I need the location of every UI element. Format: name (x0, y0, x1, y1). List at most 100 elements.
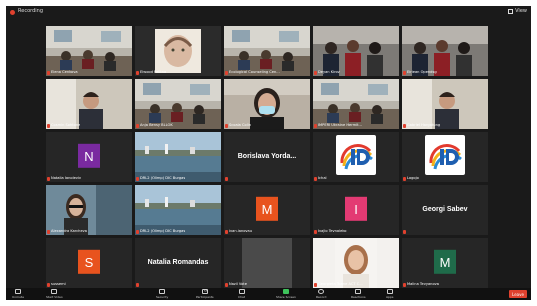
toolbar-label: Chat (238, 295, 246, 299)
leave-button[interactable]: Leave (509, 290, 527, 298)
participant-video (135, 185, 221, 235)
avatar: M (434, 249, 456, 274)
muted-mic-icon (403, 230, 406, 234)
participant-tile[interactable]: Ssussemi (46, 238, 132, 288)
participant-name: ivan.ianovau (229, 229, 253, 233)
participant-name: Scoala Colin (229, 123, 251, 127)
participant-video (313, 238, 399, 288)
participant-tile[interactable]: N Natalia Ianoleviv (46, 132, 132, 182)
participant-display-name: Natalia Romandas (147, 258, 209, 266)
participant-tile[interactable]: Georgieta Toane ACT C... (313, 238, 399, 288)
toolbar-label: Share Screen (276, 295, 296, 299)
participant-name: DRL2 (Olimp) DIC Burgas (140, 229, 186, 233)
recording-icon (10, 10, 15, 15)
participant-tile[interactable]: Mivan.ianovau (224, 185, 310, 235)
apps-icon (386, 289, 393, 294)
apps-button[interactable]: Apps (386, 289, 393, 299)
participant-video (224, 238, 310, 288)
record-button[interactable]: Record (316, 289, 326, 299)
participant-name: Natalia Ianoleviv (51, 176, 82, 180)
participant-tile[interactable]: M Malina Tevyanova (402, 238, 488, 288)
participant-tile[interactable]: I Ivajlo Tevnaleko (313, 185, 399, 235)
participant-video (402, 79, 488, 129)
avatar: N (78, 143, 100, 168)
participant-name: Elena Cenkova (51, 70, 78, 74)
participant-tile[interactable]: Deyan Kirov (313, 26, 399, 76)
toolbar-label: Participants (196, 295, 214, 299)
participant-tile[interactable]: Borislava Yorda... (224, 132, 310, 182)
participant-tile[interactable]: Nazil Vote (224, 238, 310, 288)
participant-name: Elwood Pelitna (140, 70, 167, 74)
participant-name: Logojo (407, 176, 419, 180)
avatar: S (78, 249, 100, 274)
participant-name: Ivajlo Tevnaleko (318, 229, 347, 233)
muted-mic-icon (136, 283, 139, 287)
participant-name: Nazil Vote (229, 282, 247, 286)
participant-video (224, 79, 310, 129)
participant-tile[interactable]: Ecological Counseling Cen... (224, 26, 310, 76)
security-button[interactable]: Security (156, 289, 168, 299)
toolbar-label: Apps (386, 295, 394, 299)
camera-icon (51, 289, 58, 294)
participant-tile[interactable]: Logojo (402, 132, 488, 182)
participant-video (135, 132, 221, 182)
toolbar-label: Reactions (351, 295, 366, 299)
share-screen-button[interactable]: Share Screen (276, 289, 296, 299)
participant-tile[interactable]: Eiriean Opendsg (402, 26, 488, 76)
chat-button[interactable]: Chat (238, 289, 245, 299)
participant-name: Eiriean Opendsg (407, 70, 437, 74)
top-bar: Recording View (6, 6, 531, 19)
shield-icon (159, 289, 166, 294)
participant-video (135, 26, 221, 76)
participant-video (46, 185, 132, 235)
participant-tile[interactable]: IMPERI Ukraine Hermit... (313, 79, 399, 129)
participant-tile[interactable]: Gabriel Hargatung (402, 79, 488, 129)
reactions-icon (355, 289, 362, 294)
record-icon (318, 289, 325, 294)
participant-tile[interactable]: Alexandra Karcheva (46, 185, 132, 235)
participant-tile[interactable]: Georgi Sabev (402, 185, 488, 235)
participant-tile[interactable]: Anja Bensy BLLOK (135, 79, 221, 129)
participant-name: Cosmin Sohtone (51, 123, 81, 127)
participant-tile[interactable]: Cosmin Sohtone (46, 79, 132, 129)
unmute-button[interactable]: Unmute (12, 289, 24, 299)
participant-display-name: Georgi Sabev (422, 205, 468, 213)
chat-icon (238, 289, 245, 294)
participant-name: Deyan Kirov (318, 70, 340, 74)
reactions-button[interactable]: Reactions (351, 289, 366, 299)
participant-name: sussemi (51, 282, 66, 286)
muted-mic-icon (225, 177, 228, 181)
participant-name: DRL2 (Olimp) DIC Burgas (140, 176, 186, 180)
participant-video (402, 26, 488, 76)
participant-name: Gabriel Hargatung (407, 123, 441, 127)
grid-view-icon (508, 8, 514, 14)
participant-name: Georgieta Toane ACT C... (318, 282, 363, 286)
avatar: I (345, 196, 367, 221)
toolbar-label: Security (156, 295, 169, 299)
view-button[interactable]: View (508, 8, 527, 14)
participant-count: 55 (204, 289, 208, 293)
participant-tile[interactable]: Scoala Colin (224, 79, 310, 129)
avatar: M (256, 196, 278, 221)
recording-label: Recording (18, 8, 44, 14)
participant-video (313, 79, 399, 129)
participant-tile[interactable]: Elwood Pelitna (135, 26, 221, 76)
zoom-window: Recording View Elena Cenkova Elwood Pelit… (6, 6, 531, 300)
participant-display-name: Borislava Yorda... (237, 152, 297, 160)
participants-button[interactable]: 55 Participants (196, 289, 214, 299)
participant-tile[interactable]: DRL2 (Olimp) DIC Burgas (135, 132, 221, 182)
participant-tile[interactable]: Elena Cenkova (46, 26, 132, 76)
share-screen-icon (282, 289, 289, 294)
participant-name: IMPERI Ukraine Hermit... (318, 123, 362, 127)
participant-video (224, 26, 310, 76)
participant-video (135, 79, 221, 129)
start-video-button[interactable]: Start Video (46, 289, 63, 299)
participant-video (46, 26, 132, 76)
meeting-toolbar: Leave Unmute Start Video Security 55 Partici… (6, 288, 531, 300)
gallery-grid: Elena Cenkova Elwood Pelitna Ecological Co… (46, 26, 491, 289)
participant-tile[interactable]: Natalia Romandas (135, 238, 221, 288)
participant-tile[interactable]: Ichal (313, 132, 399, 182)
participant-name: Anja Bensy BLLOK (140, 123, 173, 127)
participant-tile[interactable]: DRL2 (Olimp) DIC Burgas (135, 185, 221, 235)
participant-video (313, 26, 399, 76)
